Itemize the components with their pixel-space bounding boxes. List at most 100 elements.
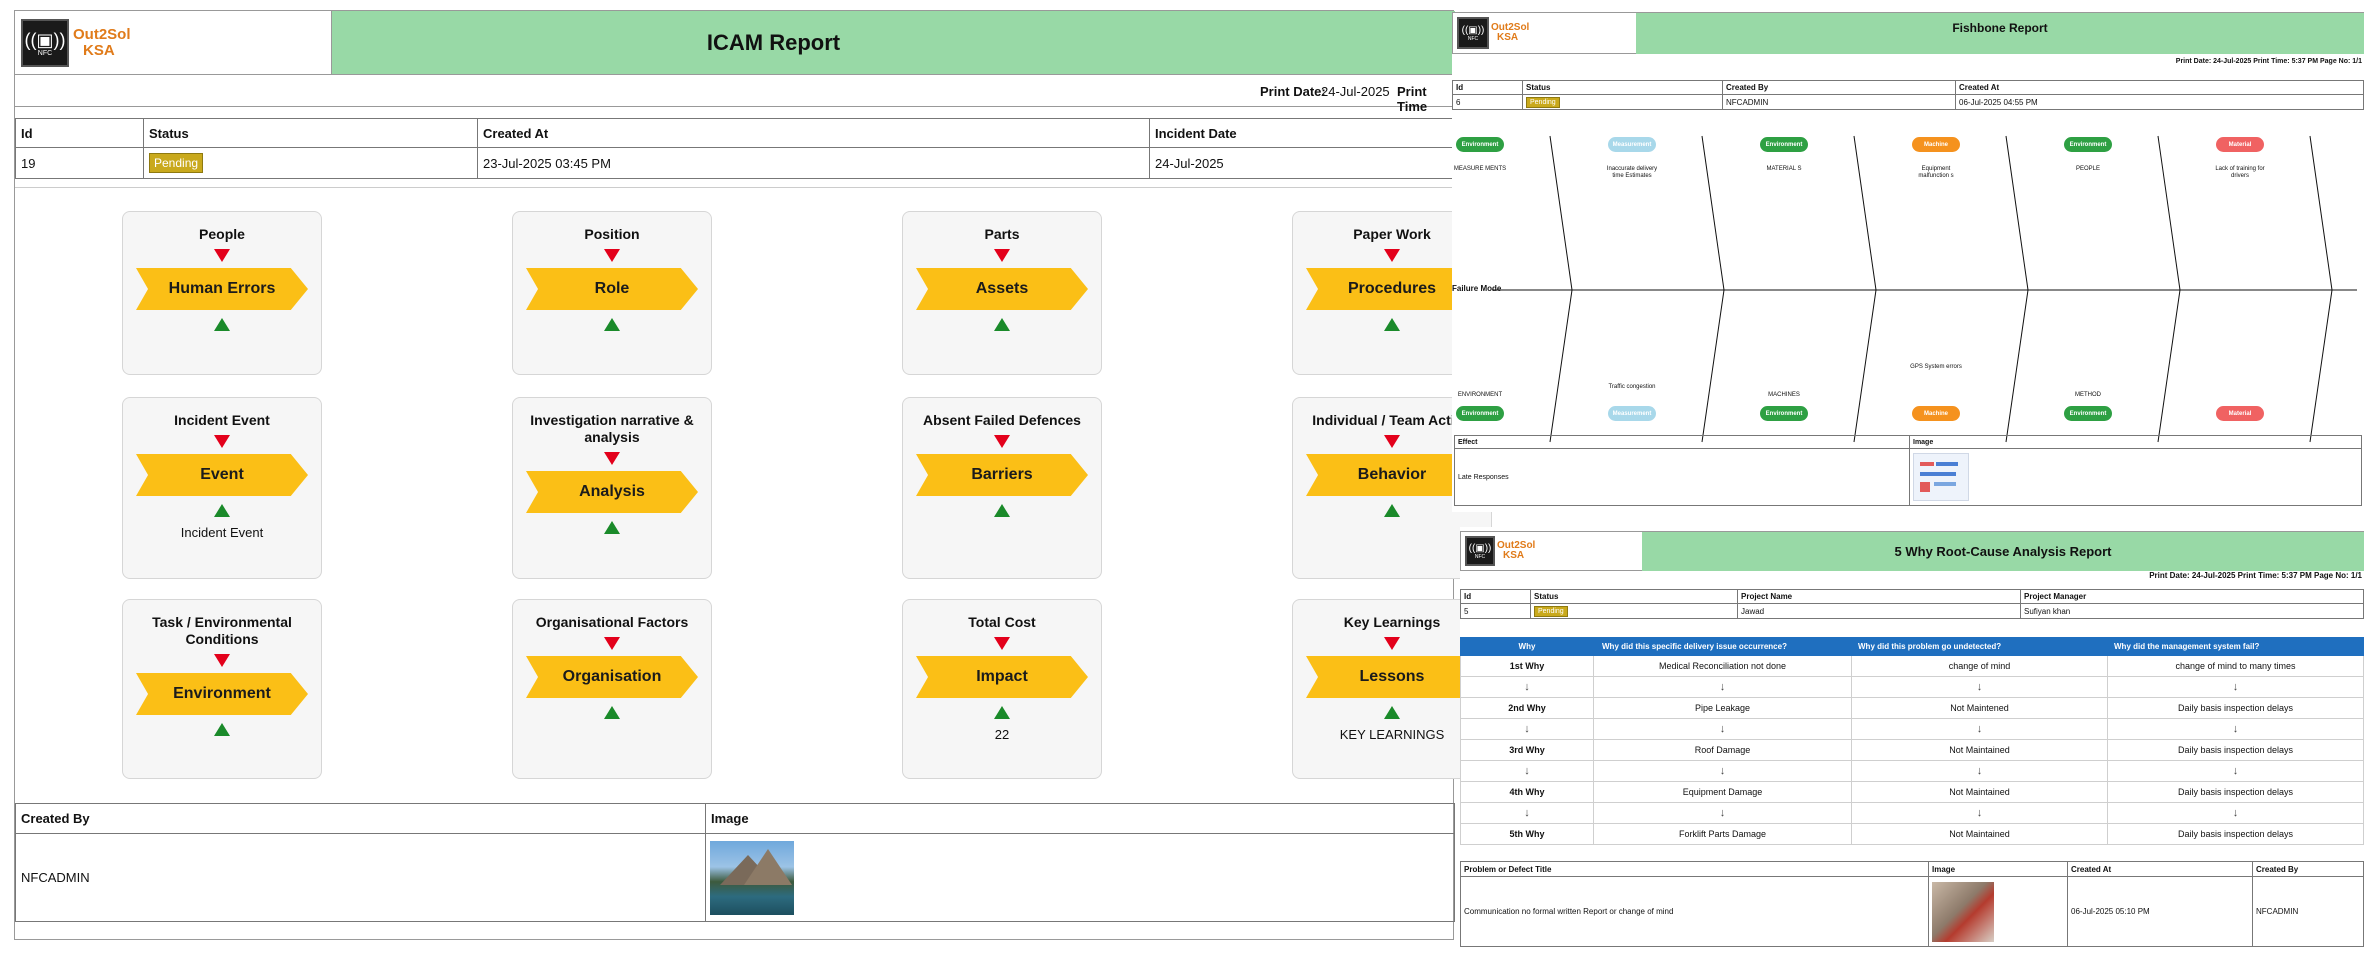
down-arrow-icon: ↓ — [2107, 676, 2364, 698]
print-date-value: 24-Jul-2025 — [1321, 84, 1390, 99]
category-pill[interactable]: Environment — [2064, 406, 2112, 421]
card-title: Total Cost — [968, 614, 1036, 630]
card-title: Parts — [984, 226, 1020, 242]
down-arrow-icon: ↓ — [1593, 802, 1852, 824]
icam-card: Investigation narrative & analysis Analys… — [512, 397, 712, 579]
down-arrow-icon — [604, 249, 620, 262]
col-id: Id — [1452, 80, 1523, 95]
mountain-lake-image[interactable] — [710, 840, 794, 915]
failure-mode-label: Failure Mode — [1452, 284, 1502, 293]
col-created-by: Created By — [1722, 80, 1956, 95]
why-answer-cell: Pipe Leakage — [1593, 697, 1852, 719]
down-arrow-icon: ↓ — [1851, 676, 2108, 698]
col-status: Status — [143, 118, 478, 148]
logo-chip-text: NFC — [1467, 35, 1479, 42]
arrow-row: ↓ ↓ ↓ ↓ — [1460, 676, 2364, 698]
category-pill[interactable]: Measurement — [1608, 406, 1656, 421]
down-arrow-icon — [1384, 637, 1400, 650]
icam-footer-table: Created By Image NFCADMIN — [15, 803, 1455, 922]
col-image: Image — [1928, 861, 2068, 877]
cell-problem-title: Communication no formal written Report o… — [1460, 876, 1929, 947]
effect-thumbnail-image[interactable] — [1913, 453, 1969, 501]
card-chevron-label[interactable]: Impact — [916, 656, 1088, 698]
status-badge: Pending — [1526, 96, 1560, 108]
down-arrow-icon — [994, 249, 1010, 262]
card-chevron-label[interactable]: Organisation — [526, 656, 698, 698]
category-pill[interactable]: Environment — [1456, 406, 1504, 421]
down-arrow-icon — [1384, 249, 1400, 262]
card-chevron-label[interactable]: Role — [526, 268, 698, 310]
cause-text: ENVIRONMENT — [1457, 392, 1503, 398]
why-answer-cell: Daily basis inspection delays — [2107, 739, 2364, 761]
fishbone-logo: ((▣)) NFC Out2Sol KSA — [1457, 17, 1529, 49]
cell-created-by: NFCADMIN — [1722, 94, 1956, 110]
page-title: ICAM Report — [706, 29, 841, 55]
icam-card: People Human Errors — [122, 211, 322, 375]
icam-card: Organisational Factors Organisation — [512, 599, 712, 779]
category-pill[interactable]: Environment — [1456, 137, 1504, 152]
up-arrow-icon — [604, 521, 620, 534]
logo-line1: Out2Sol — [73, 26, 131, 44]
down-arrow-icon: ↓ — [1851, 718, 2108, 740]
col-why: Why — [1460, 637, 1594, 656]
fishbone-report-panel: ((▣)) NFC Out2Sol KSA Fishbone Report Pr… — [1452, 12, 2364, 512]
up-arrow-icon — [214, 318, 230, 331]
five-why-info-table: Id Status Project Name Project Manager 5… — [1460, 589, 2364, 619]
up-arrow-icon — [1384, 318, 1400, 331]
cause-text: Lack of training for drivers — [2215, 166, 2265, 179]
fishbone-title-bar: Fishbone Report — [1636, 13, 2364, 54]
card-chevron-label[interactable]: Event — [136, 454, 308, 496]
card-title: Organisational Factors — [535, 614, 689, 630]
down-arrow-icon: ↓ — [2107, 760, 2364, 782]
down-arrow-icon — [994, 435, 1010, 448]
why-row: 2nd Why Pipe Leakage Not Maintened Daily ba… — [1460, 697, 2364, 719]
problem-thumbnail-image[interactable] — [1932, 881, 1994, 942]
card-title: Incident Event — [174, 412, 270, 428]
cell-created-at: 06-Jul-2025 05:10 PM — [2067, 876, 2253, 947]
up-arrow-icon — [214, 723, 230, 736]
logo-line2: KSA — [1497, 32, 1519, 43]
five-why-print-line: Print Date: 24-Jul-2025 Print Time: 5:37… — [2149, 571, 2362, 580]
down-arrow-icon: ↓ — [1460, 802, 1594, 824]
category-pill[interactable]: Machine — [1912, 406, 1960, 421]
why-answer-cell: change of mind to many times — [2107, 655, 2364, 677]
down-arrow-icon: ↓ — [1460, 760, 1594, 782]
down-arrow-icon: ↓ — [1851, 760, 2108, 782]
col-created-at: Created At — [1955, 80, 2364, 95]
category-pill[interactable]: Measurement — [1608, 137, 1656, 152]
why-label-cell: 1st Why — [1460, 655, 1594, 677]
card-chevron-label[interactable]: Human Errors — [136, 268, 308, 310]
icam-info-table: Id Status Created At Incident Date 19 Pe… — [15, 118, 1455, 179]
col-id: Id — [15, 118, 144, 148]
category-pill[interactable]: Environment — [1760, 406, 1808, 421]
why-row: 5th Why Forklift Parts Damage Not Maintain… — [1460, 823, 2364, 845]
up-arrow-icon — [214, 504, 230, 517]
col-created-by: Created By — [2252, 861, 2364, 877]
why-label-cell: 4th Why — [1460, 781, 1594, 803]
col-problem-title: Problem or Defect Title — [1460, 861, 1929, 877]
category-pill[interactable]: Material — [2216, 406, 2264, 421]
down-arrow-icon: ↓ — [1593, 676, 1852, 698]
card-chevron-label[interactable]: Barriers — [916, 454, 1088, 496]
cause-text: Equipment malfunction s — [1918, 166, 1954, 179]
five-why-report-panel: ((▣)) NFC Out2Sol KSA 5 Why Root-Cause A… — [1460, 527, 2364, 953]
col-status: Status — [1522, 80, 1723, 95]
col-project-name: Project Name — [1737, 589, 2021, 604]
icam-card: Absent Failed Defences Barriers — [902, 397, 1102, 579]
down-arrow-icon: ↓ — [1460, 718, 1594, 740]
card-title: Position — [584, 226, 640, 242]
cause-text: MACHINES — [1768, 392, 1800, 398]
why-answer-cell: Forklift Parts Damage — [1593, 823, 1852, 845]
category-pill[interactable]: Environment — [2064, 137, 2112, 152]
category-pill[interactable]: Machine — [1912, 137, 1960, 152]
card-chevron-label[interactable]: Lessons — [1306, 656, 1478, 698]
card-chevron-label[interactable]: Assets — [916, 268, 1088, 310]
down-arrow-icon — [214, 654, 230, 667]
cell-created-by: NFCADMIN — [15, 833, 706, 922]
icam-report-panel: ((▣)) NFC Out2Sol KSA ICAM Report Print … — [14, 10, 1492, 940]
card-chevron-label[interactable]: Analysis — [526, 471, 698, 513]
category-pill[interactable]: Environment — [1760, 137, 1808, 152]
col-image: Image — [1909, 435, 2362, 449]
category-pill[interactable]: Material — [2216, 137, 2264, 152]
card-chevron-label[interactable]: Environment — [136, 673, 308, 715]
